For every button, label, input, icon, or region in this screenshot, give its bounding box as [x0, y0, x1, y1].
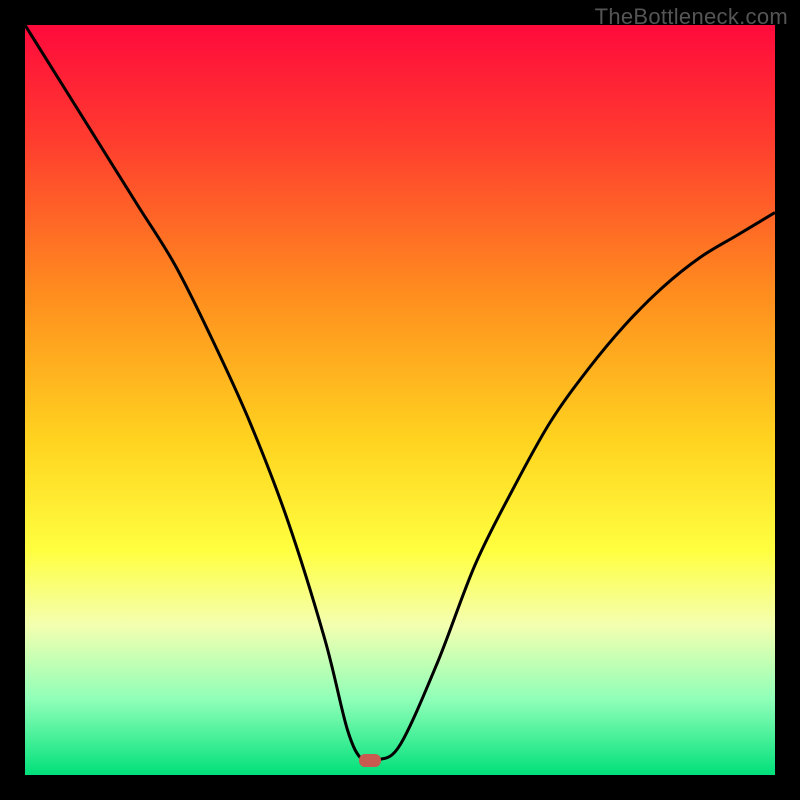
- watermark-text: TheBottleneck.com: [595, 4, 788, 30]
- chart-svg: [25, 25, 775, 775]
- gradient-background: [25, 25, 775, 775]
- optimum-marker: [359, 754, 381, 767]
- plot-area: [25, 25, 775, 775]
- chart-frame: TheBottleneck.com: [0, 0, 800, 800]
